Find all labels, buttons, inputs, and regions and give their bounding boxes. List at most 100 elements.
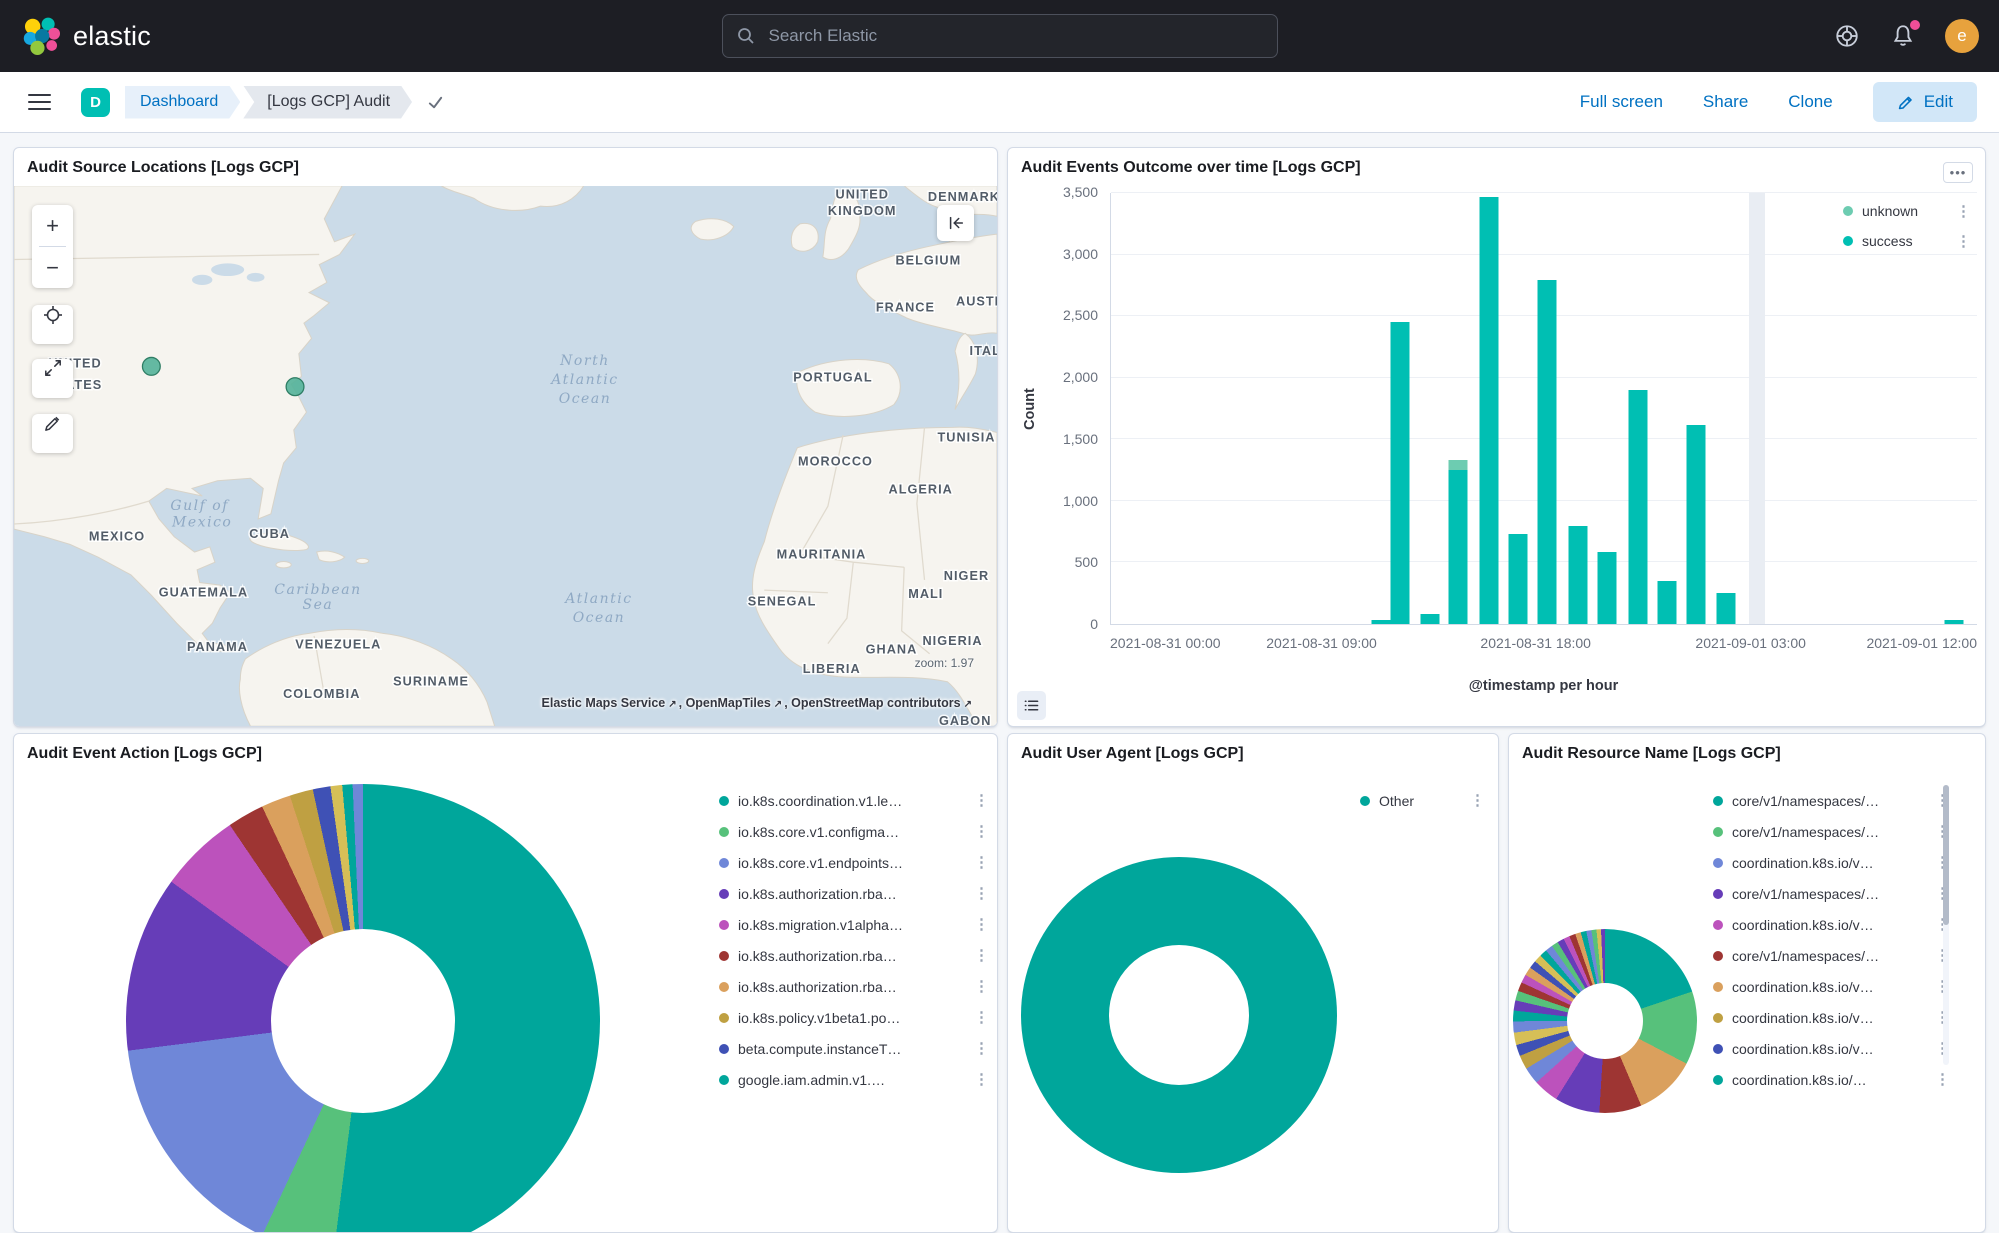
legend-item-menu-icon[interactable]: ⋮ <box>1956 204 1971 219</box>
legend-item-menu-icon[interactable]: ⋮ <box>974 1041 989 1056</box>
legend-item: beta.compute.instanceT… ⋮ <box>719 1033 989 1064</box>
toolbar-action-share[interactable]: Share <box>1703 92 1748 112</box>
chart-legend: unknown ⋮ success ⋮ <box>1843 196 1971 256</box>
legend-label[interactable]: google.iam.admin.v1.… <box>738 1072 965 1088</box>
legend-scrollbar-thumb[interactable] <box>1943 785 1949 925</box>
legend-label[interactable]: beta.compute.instanceT… <box>738 1041 965 1057</box>
bar <box>1449 193 1468 624</box>
panel-title[interactable]: Audit Event Action [Logs GCP] <box>14 734 997 769</box>
x-axis-tick-label: 2021-08-31 00:00 <box>1110 635 1221 651</box>
panel-title[interactable]: Audit Source Locations [Logs GCP] <box>14 148 997 183</box>
legend-collapse-button[interactable] <box>937 205 974 241</box>
legend-label[interactable]: coordination.k8s.io/v… <box>1732 979 1926 995</box>
legend-label[interactable]: core/v1/namespaces/… <box>1732 948 1926 964</box>
legend-label[interactable]: coordination.k8s.io/v… <box>1732 917 1926 933</box>
search-input[interactable] <box>722 14 1278 58</box>
landmass-iberia <box>797 360 900 417</box>
map-label: North <box>559 353 610 369</box>
help-icon[interactable] <box>1833 22 1861 50</box>
legend-label[interactable]: io.k8s.coordination.v1.le… <box>738 793 965 809</box>
legend-label[interactable]: core/v1/namespaces/… <box>1732 824 1926 840</box>
legend-item-menu-icon[interactable]: ⋮ <box>1470 793 1485 808</box>
external-link-icon <box>665 696 678 710</box>
toolbar-action-clone[interactable]: Clone <box>1788 92 1832 112</box>
space-avatar[interactable]: D <box>81 88 110 117</box>
edit-button[interactable]: Edit <box>1873 82 1977 122</box>
bar-segment-success <box>1687 425 1706 624</box>
legend-item-menu-icon[interactable]: ⋮ <box>974 917 989 932</box>
map-label: SENEGAL <box>748 593 817 608</box>
x-axis-ticks: 2021-08-31 00:002021-08-31 09:002021-08-… <box>1110 635 1977 655</box>
legend-item: coordination.k8s.io/v…⋮ <box>1713 909 1950 940</box>
zoom-in-button[interactable]: + <box>32 205 73 246</box>
chart-legend: core/v1/namespaces/…⋮core/v1/namespaces/… <box>1713 785 1950 1095</box>
menu-hamburger-icon[interactable] <box>28 89 51 115</box>
zoom-out-button[interactable]: − <box>32 247 73 288</box>
legend-label[interactable]: io.k8s.core.v1.endpoints… <box>738 855 965 871</box>
legend-label[interactable]: io.k8s.authorization.rba… <box>738 979 965 995</box>
panel-title[interactable]: Audit Events Outcome over time [Logs GCP… <box>1008 148 1985 183</box>
legend-color-dot <box>1713 920 1723 930</box>
legend-item: coordination.k8s.io/v…⋮ <box>1713 971 1950 1002</box>
notifications-bell-icon[interactable] <box>1889 22 1917 50</box>
legend-color-dot <box>1713 1044 1723 1054</box>
map-label: ALGERIA <box>889 482 953 497</box>
legend-label[interactable]: coordination.k8s.io/… <box>1732 1072 1926 1088</box>
x-axis-tick-label: 2021-09-01 12:00 <box>1866 635 1977 651</box>
user-avatar[interactable]: e <box>1945 19 1979 53</box>
legend-color-dot <box>719 1075 729 1085</box>
panel-title[interactable]: Audit User Agent [Logs GCP] <box>1008 734 1498 769</box>
toolbar-action-full-screen[interactable]: Full screen <box>1580 92 1663 112</box>
legend-label[interactable]: coordination.k8s.io/v… <box>1732 1010 1926 1026</box>
bar-segment-success <box>1420 614 1439 624</box>
legend-item-menu-icon[interactable]: ⋮ <box>974 824 989 839</box>
legend-toggle-button[interactable] <box>1017 691 1046 720</box>
legend-color-dot <box>1713 1013 1723 1023</box>
legend-color-dot <box>719 951 729 961</box>
legend-item-menu-icon[interactable]: ⋮ <box>1935 1072 1950 1087</box>
map-attribution-link[interactable]: OpenStreetMap contributors <box>791 696 960 710</box>
legend-color-dot <box>1713 796 1723 806</box>
map-attribution-link[interactable]: Elastic Maps Service <box>542 696 666 710</box>
legend-item: success ⋮ <box>1843 226 1971 256</box>
legend-label[interactable]: io.k8s.authorization.rba… <box>738 948 965 964</box>
map-attribution-link[interactable]: OpenMapTiles <box>686 696 771 710</box>
legend-item-menu-icon[interactable]: ⋮ <box>974 979 989 994</box>
elastic-logo[interactable]: elastic <box>0 17 151 55</box>
breadcrumb-dashboard[interactable]: Dashboard <box>125 86 240 119</box>
legend-label[interactable]: io.k8s.core.v1.configma… <box>738 824 965 840</box>
legend-label[interactable]: coordination.k8s.io/v… <box>1732 1041 1926 1057</box>
breadcrumb-current-page[interactable]: [Logs GCP] Audit <box>243 86 412 119</box>
legend-item-menu-icon[interactable]: ⋮ <box>974 886 989 901</box>
legend-item: unknown ⋮ <box>1843 196 1971 226</box>
bar-segment-success <box>1509 534 1528 624</box>
legend-label[interactable]: success <box>1862 233 1947 249</box>
legend-label[interactable]: io.k8s.policy.v1beta1.po… <box>738 1010 965 1026</box>
legend-item-menu-icon[interactable]: ⋮ <box>974 793 989 808</box>
legend-label[interactable]: Other <box>1379 793 1461 809</box>
legend-label[interactable]: io.k8s.migration.v1alpha… <box>738 917 965 933</box>
panel-title[interactable]: Audit Resource Name [Logs GCP] <box>1509 734 1985 769</box>
fit-to-data-button[interactable] <box>32 305 73 344</box>
legend-label[interactable]: core/v1/namespaces/… <box>1732 793 1926 809</box>
expand-map-button[interactable] <box>32 359 73 398</box>
legend-item-menu-icon[interactable]: ⋮ <box>974 1072 989 1087</box>
panel-audit-resource-name: Audit Resource Name [Logs GCP] core/v1/n… <box>1508 733 1986 1233</box>
legend-item-menu-icon[interactable]: ⋮ <box>974 1010 989 1025</box>
legend-label[interactable]: io.k8s.authorization.rba… <box>738 886 965 902</box>
map-label: KINGDOM <box>828 203 897 218</box>
chart-legend: Other ⋮ <box>1360 785 1485 816</box>
legend-label[interactable]: coordination.k8s.io/v… <box>1732 855 1926 871</box>
map-canvas[interactable]: UNITEDKINGDOMDENMARKBELGIUMFRANCEAUSTRIT… <box>14 186 997 726</box>
legend-label[interactable]: core/v1/namespaces/… <box>1732 886 1926 902</box>
legend-color-dot <box>719 858 729 868</box>
legend-item-menu-icon[interactable]: ⋮ <box>974 948 989 963</box>
legend-color-dot <box>1713 1075 1723 1085</box>
panel-options-button[interactable]: ••• <box>1943 162 1973 183</box>
legend-item-menu-icon[interactable]: ⋮ <box>974 855 989 870</box>
bar <box>1538 193 1557 624</box>
legend-label[interactable]: unknown <box>1862 203 1947 219</box>
legend-item: core/v1/namespaces/…⋮ <box>1713 816 1950 847</box>
map-tools-button[interactable] <box>32 414 73 453</box>
legend-item-menu-icon[interactable]: ⋮ <box>1956 234 1971 249</box>
